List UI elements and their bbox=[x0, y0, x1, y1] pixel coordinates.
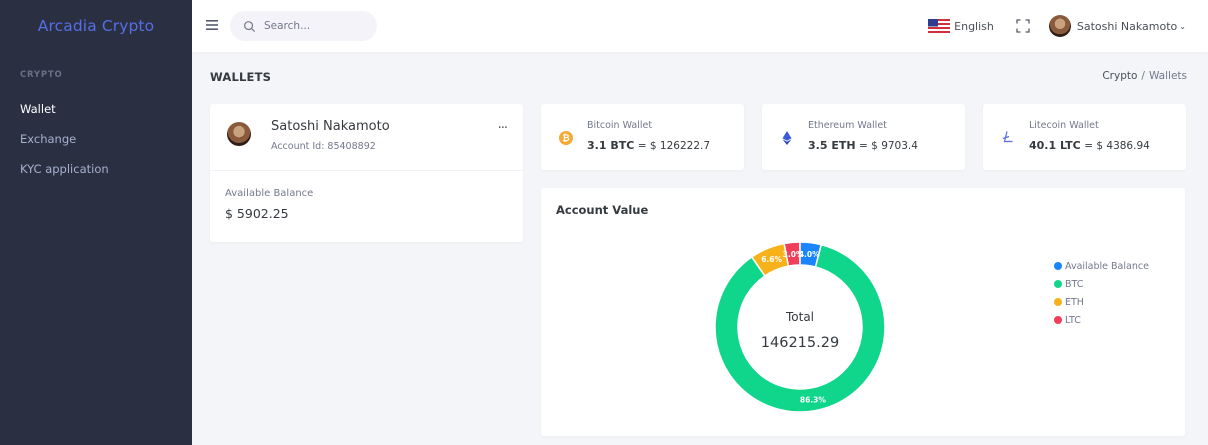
bitcoin-icon: ₿ bbox=[559, 131, 573, 145]
chart-center-label: Total bbox=[785, 310, 814, 324]
more-options-button[interactable]: ··· bbox=[498, 121, 508, 136]
wallet-value: 3.1 BTC = $ 126222.7 bbox=[587, 139, 711, 152]
avatar bbox=[227, 122, 251, 146]
wallet-value: 3.5 ETH = $ 9703.4 bbox=[808, 139, 918, 152]
brand-logo-text[interactable]: Arcadia Crypto bbox=[38, 17, 154, 35]
search-input[interactable]: Search... bbox=[230, 11, 377, 41]
breadcrumb-link-crypto[interactable]: Crypto bbox=[1102, 70, 1137, 82]
breadcrumb-separator: / bbox=[1141, 70, 1145, 82]
legend-swatch bbox=[1054, 280, 1062, 288]
wallet-value: 40.1 LTC = $ 4386.94 bbox=[1029, 139, 1150, 152]
brand[interactable]: Arcadia Crypto bbox=[0, 0, 192, 52]
ethereum-wallet-card[interactable]: Ethereum Wallet 3.5 ETH = $ 9703.4 bbox=[762, 104, 965, 170]
us-flag-icon[interactable] bbox=[928, 19, 951, 33]
divider bbox=[210, 170, 523, 171]
search-icon bbox=[244, 20, 256, 32]
donut-slice-btc[interactable] bbox=[714, 243, 886, 413]
fullscreen-icon[interactable] bbox=[1016, 19, 1030, 33]
legend-item[interactable]: BTC bbox=[1054, 275, 1149, 293]
legend-item[interactable]: Available Balance bbox=[1054, 257, 1149, 275]
balance-value: $ 5902.25 bbox=[225, 206, 289, 221]
sidebar-item-exchange[interactable]: Exchange bbox=[0, 124, 192, 154]
donut-data-label: 86.3% bbox=[800, 395, 827, 404]
page-title: WALLETS bbox=[210, 70, 272, 84]
avatar[interactable] bbox=[1048, 15, 1071, 37]
litecoin-icon bbox=[1002, 131, 1013, 143]
wallet-label: Bitcoin Wallet bbox=[587, 120, 653, 131]
breadcrumb: Crypto / Wallets bbox=[1102, 70, 1187, 82]
chart-legend: Available Balance BTC ETH LTC bbox=[1054, 257, 1149, 329]
account-value-card: Account Value Total 146215.29 4.0% 86.3% 6… bbox=[541, 188, 1185, 436]
donut-data-label: 6.6% bbox=[761, 255, 782, 264]
legend-item[interactable]: LTC bbox=[1054, 311, 1149, 329]
chart-center-value: 146215.29 bbox=[761, 335, 839, 351]
legend-swatch bbox=[1054, 298, 1062, 306]
search-placeholder: Search... bbox=[264, 20, 311, 32]
chevron-down-icon[interactable]: ⌄ bbox=[1179, 22, 1186, 31]
sidebar: Arcadia Crypto CRYPTO Wallet Exchange KY… bbox=[0, 0, 192, 445]
account-id: Account Id: 85408892 bbox=[271, 141, 376, 152]
sidebar-item-wallet[interactable]: Wallet bbox=[0, 94, 192, 124]
profile-card: Satoshi Nakamoto Account Id: 85408892 ··… bbox=[210, 104, 523, 242]
wallet-label: Litecoin Wallet bbox=[1029, 120, 1099, 131]
topbar: Search... English Satoshi Nakamoto ⌄ bbox=[192, 0, 1208, 52]
user-menu[interactable]: Satoshi Nakamoto bbox=[1077, 20, 1177, 33]
breadcrumb-current: Wallets bbox=[1148, 70, 1187, 82]
donut-data-label: 3.0% bbox=[783, 250, 804, 259]
profile-name: Satoshi Nakamoto bbox=[271, 119, 390, 134]
legend-item[interactable]: ETH bbox=[1054, 293, 1149, 311]
sidebar-item-kyc-application[interactable]: KYC application bbox=[0, 154, 192, 184]
svg-text:₿: ₿ bbox=[562, 133, 569, 144]
legend-swatch bbox=[1054, 316, 1062, 324]
bitcoin-wallet-card[interactable]: ₿ Bitcoin Wallet 3.1 BTC = $ 126222.7 bbox=[541, 104, 744, 170]
ethereum-icon bbox=[782, 131, 792, 145]
wallet-label: Ethereum Wallet bbox=[808, 120, 887, 131]
menu-toggle-icon[interactable] bbox=[206, 18, 222, 34]
legend-swatch bbox=[1054, 262, 1062, 270]
litecoin-wallet-card[interactable]: Litecoin Wallet 40.1 LTC = $ 4386.94 bbox=[983, 104, 1186, 170]
balance-label: Available Balance bbox=[225, 188, 314, 199]
language-selector[interactable]: English bbox=[954, 20, 994, 33]
sidebar-section-title: CRYPTO bbox=[20, 70, 63, 80]
